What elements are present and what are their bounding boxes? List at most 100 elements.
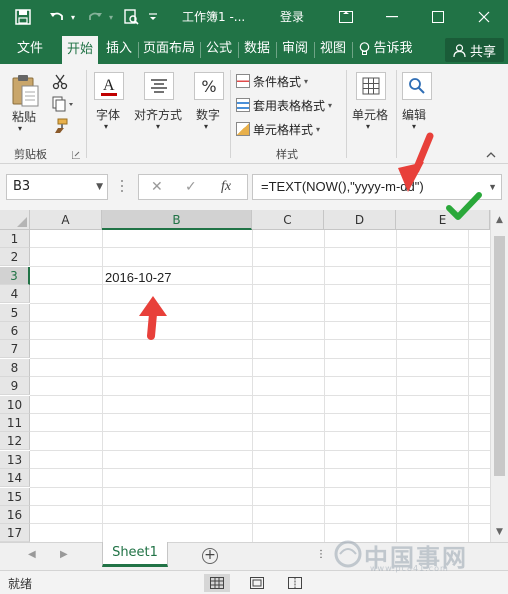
- tab-formulas[interactable]: 公式: [202, 34, 236, 64]
- paste-dropdown-icon[interactable]: ▾: [18, 124, 22, 133]
- redo-dropdown-icon[interactable]: ▾: [106, 0, 116, 34]
- column-header-b[interactable]: B: [102, 210, 252, 230]
- scroll-down-icon[interactable]: ▼: [491, 524, 508, 540]
- editing-dropdown-icon[interactable]: ▾: [412, 122, 416, 131]
- cell-styles-button[interactable]: 单元格样式 ▾: [236, 120, 320, 138]
- page-break-icon: [288, 577, 302, 589]
- row-header[interactable]: 4: [0, 285, 30, 304]
- row-header[interactable]: 16: [0, 506, 30, 524]
- collapse-ribbon-icon[interactable]: [486, 148, 500, 160]
- tab-review[interactable]: 审阅: [278, 34, 312, 64]
- row-header[interactable]: 5: [0, 303, 30, 322]
- status-bar: 就绪: [0, 570, 508, 594]
- vertical-scroll-thumb[interactable]: [494, 236, 505, 476]
- conditional-format-button[interactable]: 条件格式 ▾: [236, 72, 308, 90]
- alignment-group-button[interactable]: [144, 72, 174, 100]
- login-link[interactable]: 登录: [280, 8, 304, 25]
- worksheet-grid[interactable]: A B C D E 2016-10-27 1 2 3 4 5 6 7 8 9 10 11 12 13 14…: [0, 210, 490, 542]
- status-text: 就绪: [8, 577, 33, 591]
- formula-bar-grip-icon[interactable]: [120, 178, 128, 196]
- next-sheet-icon[interactable]: ▶: [60, 549, 68, 560]
- row-header[interactable]: 3: [0, 266, 30, 285]
- alignment-dropdown-icon[interactable]: ▾: [156, 122, 160, 131]
- insert-function-button[interactable]: fx: [221, 179, 231, 195]
- row-header[interactable]: 14: [0, 469, 30, 488]
- font-dropdown-icon[interactable]: ▾: [104, 122, 108, 131]
- new-sheet-button[interactable]: +: [202, 548, 218, 564]
- page-layout-icon: [250, 577, 264, 589]
- expand-formula-bar-icon[interactable]: ▼: [488, 175, 497, 199]
- clipboard-launcher-icon[interactable]: [71, 148, 82, 160]
- column-header-d[interactable]: D: [324, 210, 396, 230]
- row-header[interactable]: 11: [0, 414, 30, 432]
- tab-insert[interactable]: 插入: [102, 34, 136, 64]
- font-group-button[interactable]: A: [94, 72, 124, 100]
- row-gridline: [30, 302, 490, 304]
- save-icon[interactable]: [12, 0, 34, 34]
- tab-home[interactable]: 开始: [62, 36, 98, 64]
- print-preview-icon[interactable]: [120, 0, 142, 34]
- prev-sheet-icon[interactable]: ◀: [28, 549, 36, 560]
- scroll-up-icon[interactable]: ▲: [491, 212, 508, 228]
- column-header-a[interactable]: A: [30, 210, 102, 230]
- column-gridline: [252, 230, 253, 542]
- sheet-tab-sheet1[interactable]: Sheet1: [102, 542, 168, 567]
- column-header-c[interactable]: C: [252, 210, 324, 230]
- row-header[interactable]: 1: [0, 230, 30, 248]
- formula-input[interactable]: =TEXT(NOW(),"yyyy-m-dd") ▼: [252, 174, 502, 200]
- row-header[interactable]: 7: [0, 340, 30, 359]
- minimize-icon[interactable]: [382, 0, 402, 34]
- row-header[interactable]: 13: [0, 450, 30, 469]
- select-all-corner[interactable]: [0, 210, 30, 230]
- svg-text:A: A: [103, 77, 115, 94]
- formula-text: =TEXT(NOW(),"yyyy-m-dd"): [261, 179, 424, 194]
- row-header[interactable]: 2: [0, 248, 30, 267]
- editing-group-button[interactable]: [402, 72, 432, 100]
- redo-icon[interactable]: [84, 0, 106, 34]
- row-gridline: [30, 265, 490, 267]
- sheet-options-icon[interactable]: ⋮: [316, 549, 326, 560]
- close-icon[interactable]: [474, 0, 494, 34]
- cells-group-button[interactable]: [356, 72, 386, 100]
- row-header[interactable]: 12: [0, 432, 30, 451]
- row-header[interactable]: 15: [0, 487, 30, 506]
- cell-b3[interactable]: 2016-10-27: [105, 270, 172, 285]
- page-break-view-button[interactable]: [282, 574, 308, 592]
- row-header[interactable]: 9: [0, 377, 30, 396]
- page-layout-view-button[interactable]: [244, 574, 270, 592]
- row-header[interactable]: 6: [0, 322, 30, 340]
- enter-icon[interactable]: ✓: [185, 179, 197, 195]
- number-group-button[interactable]: %: [194, 72, 224, 100]
- row-gridline: [30, 339, 490, 341]
- cells-dropdown-icon[interactable]: ▾: [366, 122, 370, 131]
- cut-icon[interactable]: [52, 74, 70, 90]
- tab-file[interactable]: 文件: [10, 34, 50, 64]
- row-header[interactable]: 17: [0, 524, 30, 542]
- maximize-icon[interactable]: [428, 0, 448, 34]
- number-dropdown-icon[interactable]: ▾: [204, 122, 208, 131]
- customize-toolbar-icon[interactable]: [144, 0, 162, 34]
- cancel-icon[interactable]: ✕: [151, 179, 163, 195]
- tab-view[interactable]: 视图: [316, 34, 350, 64]
- cell-styles-label: 单元格样式: [253, 122, 314, 137]
- vertical-scrollbar[interactable]: ▲ ▼: [490, 210, 508, 542]
- tell-me-search[interactable]: 告诉我: [356, 34, 416, 64]
- copy-icon[interactable]: [52, 96, 76, 112]
- ribbon-display-icon[interactable]: [336, 0, 356, 34]
- table-format-icon: [236, 98, 250, 112]
- ribbon-separator: [230, 70, 231, 158]
- row-gridline: [30, 413, 490, 414]
- name-box-dropdown-icon[interactable]: ▼: [96, 175, 103, 199]
- tab-page-layout[interactable]: 页面布局: [140, 34, 198, 64]
- share-button[interactable]: 共享: [444, 38, 504, 62]
- name-box[interactable]: B3 ▼: [6, 174, 108, 200]
- undo-icon[interactable]: [46, 0, 68, 34]
- format-painter-icon[interactable]: [52, 118, 70, 134]
- row-header[interactable]: 8: [0, 358, 30, 377]
- normal-view-button[interactable]: [204, 574, 230, 592]
- tab-data[interactable]: 数据: [240, 34, 274, 64]
- row-header[interactable]: 10: [0, 395, 30, 414]
- undo-dropdown-icon[interactable]: ▾: [68, 0, 78, 34]
- column-header-e[interactable]: E: [396, 210, 490, 230]
- format-as-table-button[interactable]: 套用表格格式 ▾: [236, 96, 332, 114]
